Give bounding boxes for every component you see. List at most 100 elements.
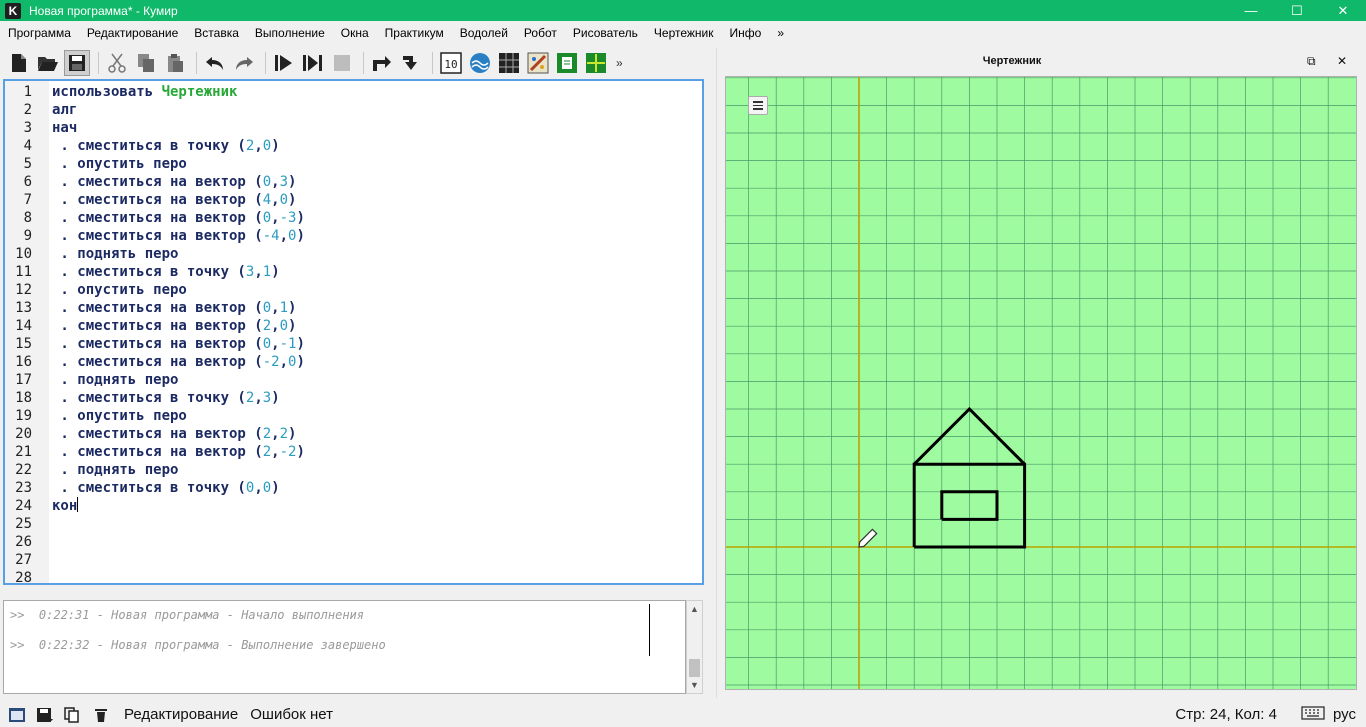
menu-item[interactable]: Чертежник [646,26,722,40]
step-over-icon[interactable] [369,50,395,76]
code-line[interactable]: 7 . сместиться на вектор (4,0) [5,191,702,209]
redo-icon[interactable] [231,50,257,76]
code-line[interactable]: 12 . опустить перо [5,281,702,299]
status-mode: Редактирование [124,706,239,723]
code-line[interactable]: 11 . сместиться в точку (3,1) [5,263,702,281]
menu-item[interactable]: Вставка [186,26,247,40]
grid-icon[interactable] [583,50,609,76]
code-line[interactable]: 23 . сместиться в точку (0,0) [5,479,702,497]
code-token: , [254,390,263,406]
svg-text:10: 10 [444,58,457,71]
toolbar-separator [196,52,197,74]
code-token: . опустить перо [52,156,187,172]
code-token: . сместиться на вектор ( [52,210,263,226]
line-number: 10 [15,246,32,262]
draftsman-icon[interactable] [554,50,580,76]
menu-item[interactable]: Практикум [377,26,452,40]
code-line[interactable]: 22 . поднять перо [5,461,702,479]
code-token: 2 [262,444,272,460]
code-line[interactable]: 24 кон [5,497,702,515]
code-text: . сместиться на вектор (2,-2) [49,443,304,461]
code-line[interactable]: 6 . сместиться на вектор (0,3) [5,173,702,191]
code-line[interactable]: 21 . сместиться на вектор (2,-2) [5,443,702,461]
code-line[interactable]: 19 . опустить перо [5,407,702,425]
stop-icon[interactable] [329,50,355,76]
code-token: ) [271,264,280,280]
counter-icon[interactable]: 10 [438,50,464,76]
code-line[interactable]: 10 . поднять перо [5,245,702,263]
code-token: 0 [262,138,272,154]
menu-item[interactable]: » [769,26,792,40]
line-number: 25 [15,516,32,532]
scroll-up-arrow-icon[interactable]: ▲ [687,601,702,617]
menu-item[interactable]: Окна [333,26,377,40]
code-line[interactable]: 18 . сместиться в точку (2,3) [5,389,702,407]
line-number: 8 [23,210,32,226]
code-text: . поднять перо [49,245,178,263]
code-token: . сместиться на вектор ( [52,426,263,442]
run-icon[interactable] [271,50,297,76]
menu-item[interactable]: Редактирование [79,26,186,40]
keyboard-language[interactable]: рус [1333,706,1356,723]
menu-item[interactable]: Водолей [452,26,516,40]
maximize-button[interactable]: ☐ [1274,0,1320,21]
step-into-icon[interactable] [398,50,424,76]
drawer-icon[interactable] [525,50,551,76]
code-line[interactable]: 28 [5,569,702,583]
console-scrollbar[interactable]: ▲ ▼ [686,600,703,694]
save-icon[interactable] [64,50,90,76]
code-line[interactable]: 26 [5,533,702,551]
status-errors: Ошибок нет [250,706,334,723]
scroll-down-arrow-icon[interactable]: ▼ [687,677,702,693]
toolbar-more-button[interactable]: » [616,56,623,70]
code-line[interactable]: 16 . сместиться на вектор (-2,0) [5,353,702,371]
vodoley-icon[interactable] [467,50,493,76]
code-token: . сместиться на вектор ( [52,228,263,244]
text-cursor [77,497,79,512]
code-token: . поднять перо [52,372,179,388]
paste-icon[interactable] [162,50,188,76]
new-file-icon[interactable] [6,50,32,76]
code-line[interactable]: 15 . сместиться на вектор (0,-1) [5,335,702,353]
panel-close-button[interactable]: ✕ [1337,54,1347,68]
copy-icon[interactable] [133,50,159,76]
menu-item[interactable]: Робот [516,26,565,40]
line-number: 24 [15,498,32,514]
clear-output-icon[interactable] [90,706,112,724]
undo-icon[interactable] [202,50,228,76]
toolbar-separator [98,52,99,74]
code-line[interactable]: 1 использовать Чертежник [5,83,702,101]
code-line[interactable]: 5 . опустить перо [5,155,702,173]
code-line[interactable]: 9 . сместиться на вектор (-4,0) [5,227,702,245]
menu-item[interactable]: Программа [0,26,79,40]
panel-float-button[interactable]: ⧉ [1307,54,1316,69]
menu-item[interactable]: Рисователь [565,26,646,40]
code-line[interactable]: 8 . сместиться на вектор (0,-3) [5,209,702,227]
cut-icon[interactable] [104,50,130,76]
console-toggle-icon[interactable] [6,706,28,724]
code-line[interactable]: 4 . сместиться в точку (2,0) [5,137,702,155]
open-folder-icon[interactable] [35,50,61,76]
copy-output-icon[interactable] [62,706,84,724]
drawing-canvas[interactable] [725,76,1357,690]
canvas-menu-icon[interactable] [748,96,768,115]
minimize-button[interactable]: — [1228,0,1274,21]
menu-item[interactable]: Выполнение [247,26,333,40]
step-run-icon[interactable] [300,50,326,76]
code-line[interactable]: 20 . сместиться на вектор (2,2) [5,425,702,443]
code-line[interactable]: 17 . поднять перо [5,371,702,389]
code-line[interactable]: 13 . сместиться на вектор (0,1) [5,299,702,317]
code-editor[interactable]: 1 использовать Чертежник 2 алг 3 нач 4 . смест… [3,79,704,585]
code-line[interactable]: 25 [5,515,702,533]
menu-item[interactable]: Инфо [722,26,770,40]
save-output-icon[interactable] [34,706,56,724]
close-button[interactable]: ✕ [1320,0,1366,21]
code-line[interactable]: 3 нач [5,119,702,137]
output-console[interactable]: >> 0:22:31 - Новая программа - Начало вы… [3,600,686,694]
robot-icon[interactable] [496,50,522,76]
code-line[interactable]: 14 . сместиться на вектор (2,0) [5,317,702,335]
code-line[interactable]: 27 [5,551,702,569]
scroll-thumb[interactable] [689,659,700,677]
code-line[interactable]: 2 алг [5,101,702,119]
